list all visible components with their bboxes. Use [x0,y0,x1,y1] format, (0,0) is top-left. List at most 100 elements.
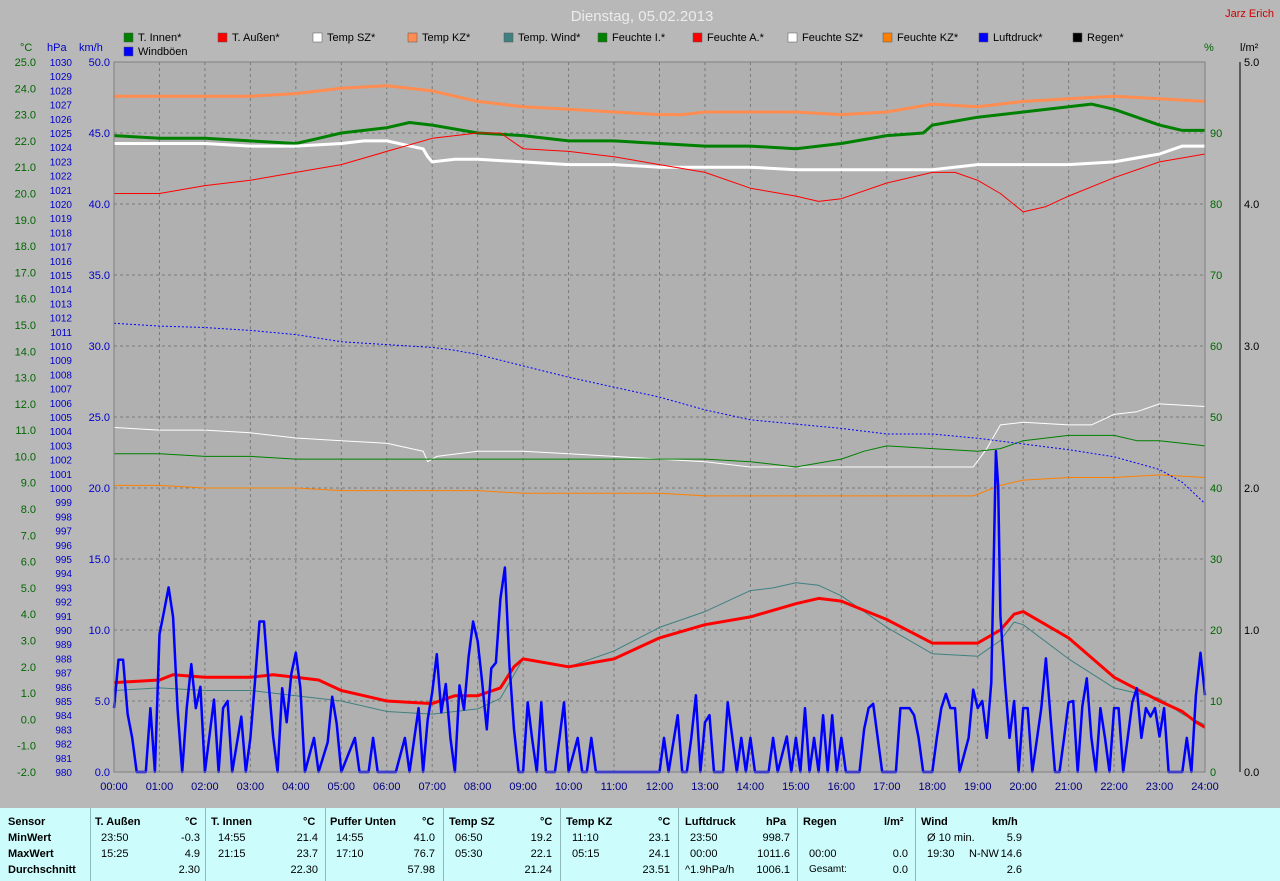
stat-label-min: MinWert [8,832,52,844]
x-tick-label: 03:00 [237,781,265,793]
y-tick-label-temp: 9.0 [21,478,36,490]
x-tick-label: 18:00 [918,781,946,793]
y-tick-label-temp: -2.0 [17,767,36,779]
y-tick-label-pressure: 1014 [50,285,73,296]
y-tick-label-pressure: 993 [55,583,72,594]
y-tick-label-pressure: 982 [55,740,72,751]
y-tick-label-pressure: 1015 [50,271,73,282]
legend-label: Regen* [1087,32,1124,44]
y-tick-label-pressure: 996 [55,541,72,552]
y-tick-label-temp: 14.0 [15,346,36,358]
stat-wind-avg-val: 2.6 [1006,864,1022,876]
y-tick-label-pressure: 995 [55,555,72,566]
y-tick-label-pressure: 1017 [50,243,73,254]
stat-wind-avg10-val: 5.9 [1006,832,1022,844]
y-tick-label-pressure: 989 [55,640,72,651]
y-tick-label-rain: 3.0 [1244,341,1259,353]
y-tick-label-rain: 1.0 [1244,625,1259,637]
y-tick-label-temp: 23.0 [15,110,36,122]
y-tick-label-temp: 0.0 [21,714,36,726]
y-tick-label-temp: 16.0 [15,294,36,306]
y-tick-label-temp: 4.0 [21,609,36,621]
stat-luftdruck-trend: ^1.9hPa/h [685,864,735,876]
y-tick-label-pressure: 1008 [50,370,73,381]
y-tick-label-pressure: 1004 [50,427,73,438]
stat-header-regen-unit: l/m² [884,816,904,828]
y-tick-label-pressure: 992 [55,598,72,609]
y-tick-label-humidity: 10 [1210,696,1222,708]
stat-t-innen-min-val: 21.4 [296,832,318,844]
y-tick-label-wind: 10.0 [89,625,110,637]
stat-luftdruck-avg-val: 1006.1 [756,864,790,876]
weather-chart: Dienstag, 05.02.2013 Jarz Erich T. Innen… [0,0,1280,808]
stat-temp-sz-max-val: 22.1 [530,848,552,860]
legend-label: Temp SZ* [327,32,376,44]
y-tick-label-temp: 21.0 [15,162,36,174]
y-tick-label-temp: 24.0 [15,83,36,95]
x-tick-label: 08:00 [464,781,492,793]
stat-regen-total-label: Gesamt: [809,864,847,875]
stat-temp-sz-avg-val: 21.24 [524,864,552,876]
y-tick-label-pressure: 1013 [50,299,73,310]
y-tick-label-wind: 20.0 [89,483,110,495]
stat-header-puffer-unit: °C [422,816,435,828]
y-tick-label-temp: 13.0 [15,373,36,385]
y-tick-label-wind: 35.0 [89,270,110,282]
stat-header-temp-kz-unit: °C [658,816,671,828]
x-tick-label: 17:00 [873,781,901,793]
stat-t-aussen-avg-val: 2.30 [178,864,200,876]
legend-label: Temp. Wind* [518,32,581,44]
stat-header-temp-sz: Temp SZ [449,816,495,828]
legend-swatch [882,32,893,43]
y-tick-label-pressure: 1023 [50,157,73,168]
y-tick-label-wind: 30.0 [89,341,110,353]
y-tick-label-pressure: 1012 [50,314,73,325]
y-tick-label-temp: 1.0 [21,688,36,700]
x-tick-label: 13:00 [691,781,719,793]
y-tick-label-pressure: 1029 [50,72,73,83]
y-tick-label-temp: 11.0 [15,425,36,437]
stat-header-temp-sz-unit: °C [540,816,553,828]
y-tick-label-temp: 25.0 [15,57,36,69]
y-tick-label-pressure: 999 [55,498,72,509]
legend-label: Feuchte I.* [612,32,666,44]
legend-label: Temp KZ* [422,32,471,44]
stat-wind-max-val: 14.6 [1000,848,1022,860]
y-tick-label-pressure: 1010 [50,342,73,353]
stat-header-t-aussen: T. Außen [95,816,141,828]
x-tick-label: 21:00 [1055,781,1083,793]
y-tick-label-humidity: 30 [1210,554,1222,566]
chart-title: Dienstag, 05.02.2013 [571,8,714,25]
legend-swatch [312,32,323,43]
y-tick-label-pressure: 980 [55,768,72,779]
y-tick-label-temp: 17.0 [15,267,36,279]
legend-swatch [1072,32,1083,43]
legend-label: T. Innen* [138,32,182,44]
y-tick-label-pressure: 1006 [50,399,73,410]
legend-label: Feuchte SZ* [802,32,864,44]
y-tick-label-temp: 18.0 [15,241,36,253]
y-tick-label-rain: 5.0 [1244,57,1259,69]
axis-unit-wind: km/h [79,42,103,54]
y-tick-label-pressure: 1021 [50,186,73,197]
stat-luftdruck-min-time: 23:50 [690,832,718,844]
x-tick-label: 19:00 [964,781,992,793]
y-tick-label-temp: 8.0 [21,504,36,516]
y-tick-label-humidity: 40 [1210,483,1222,495]
y-tick-label-pressure: 990 [55,626,72,637]
y-tick-label-humidity: 0 [1210,767,1216,779]
stat-header-wind-unit: km/h [992,816,1018,828]
stat-temp-kz-max-time: 05:15 [572,848,600,860]
y-tick-label-humidity: 90 [1210,128,1222,140]
x-tick-label: 05:00 [328,781,356,793]
y-tick-label-pressure: 1024 [50,143,73,154]
legend-swatch [217,32,228,43]
y-tick-label-rain: 0.0 [1244,767,1259,779]
x-tick-label: 24:00 [1191,781,1219,793]
stat-temp-sz-min-val: 19.2 [530,832,552,844]
y-tick-label-pressure: 1011 [50,328,72,339]
stat-t-innen-max-time: 21:15 [218,848,246,860]
y-tick-label-pressure: 1026 [50,115,73,126]
y-tick-label-wind: 15.0 [89,554,110,566]
stat-temp-kz-min-time: 11:10 [572,832,599,844]
